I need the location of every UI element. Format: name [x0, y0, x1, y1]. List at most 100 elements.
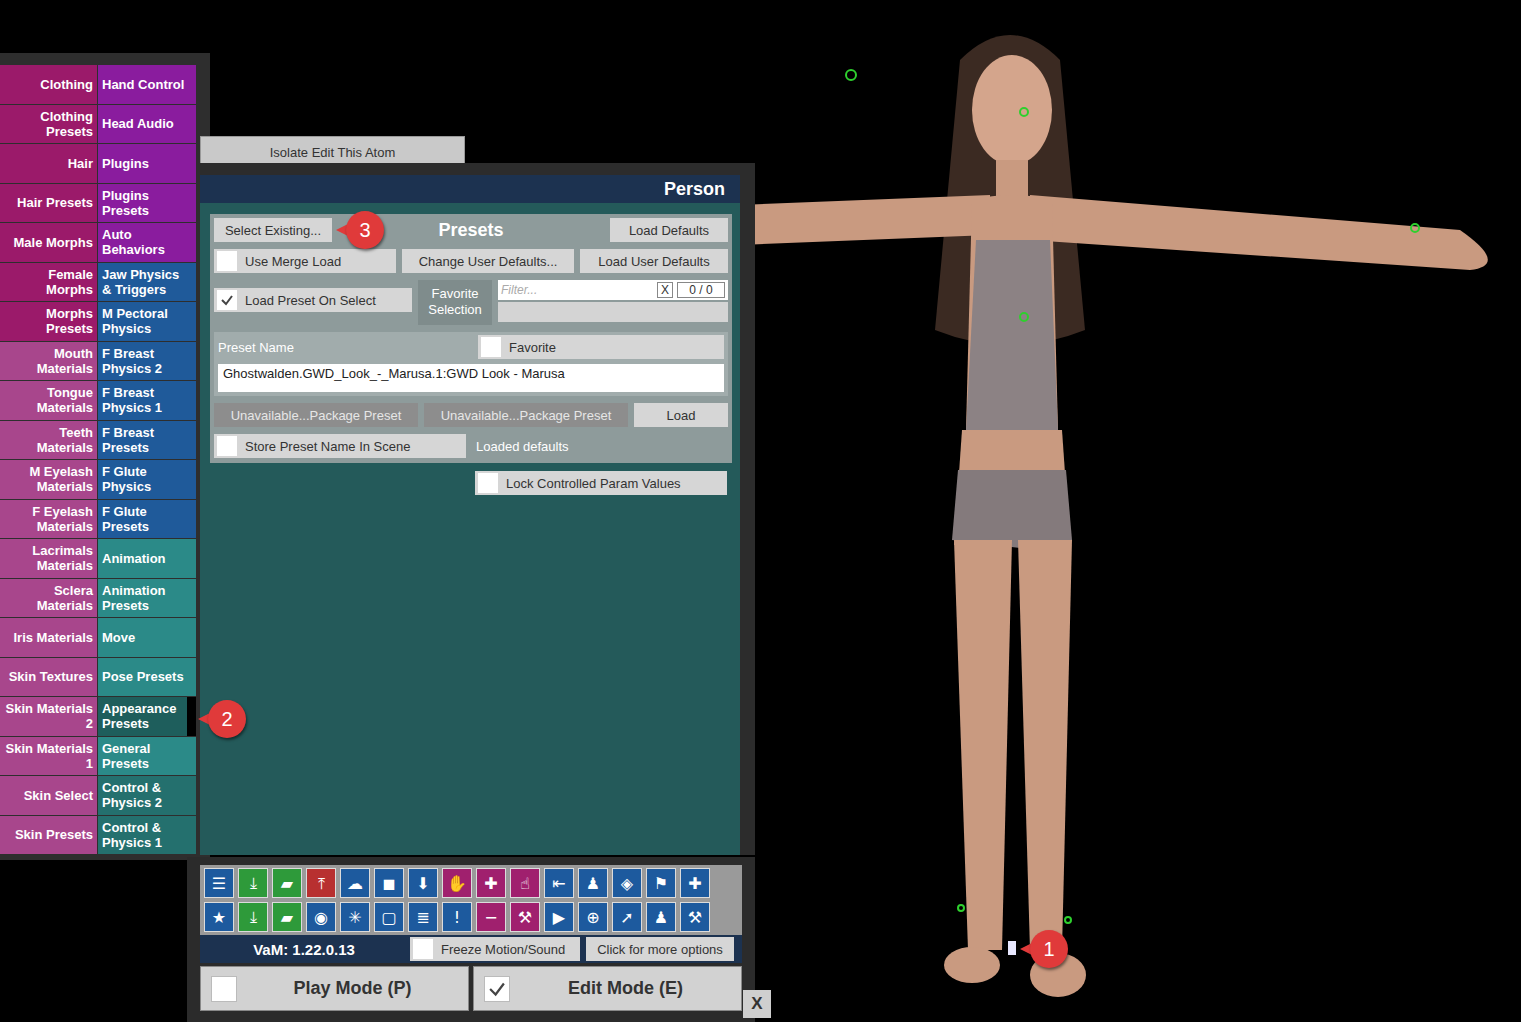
load-defaults-button[interactable]: Load Defaults — [610, 218, 728, 242]
freeze-toggle[interactable]: Freeze Motion/Sound — [410, 937, 580, 961]
checkbox[interactable] — [217, 436, 237, 456]
toolbar-icon[interactable]: ⬇ — [408, 868, 438, 898]
store-name-toggle[interactable]: Store Preset Name In Scene — [214, 434, 466, 458]
tab-button[interactable]: Skin Materials 1 — [0, 737, 97, 776]
favorite-toggle[interactable]: Favorite — [478, 335, 724, 359]
toolbar-icon[interactable]: ✚ — [680, 868, 710, 898]
toolbar-icon[interactable]: ! — [442, 902, 472, 932]
character-viewport[interactable] — [740, 0, 1521, 1022]
checkbox[interactable] — [413, 939, 433, 959]
tab-button[interactable]: Pose Presets — [98, 658, 196, 697]
toolbar-icon[interactable]: ⤓ — [238, 868, 268, 898]
close-button[interactable]: X — [743, 990, 771, 1018]
toolbar-icon[interactable]: ⤓ — [238, 902, 268, 932]
toolbar-icon[interactable]: ★ — [204, 902, 234, 932]
lock-params-toggle[interactable]: Lock Controlled Param Values — [475, 471, 727, 495]
toolbar-icon[interactable]: ▰ — [272, 868, 302, 898]
tab-button[interactable]: F Breast Physics 2 — [98, 342, 196, 381]
toolbar-icon[interactable]: ◉ — [306, 902, 336, 932]
tab-button[interactable]: Teeth Materials — [0, 421, 97, 460]
toolbar-icon[interactable]: ⊕ — [578, 902, 608, 932]
tab-button[interactable]: Skin Textures — [0, 658, 97, 697]
change-user-defaults-button[interactable]: Change User Defaults... — [402, 249, 574, 273]
merge-load-toggle[interactable]: Use Merge Load — [214, 249, 396, 273]
tab-button[interactable]: Female Morphs — [0, 263, 97, 302]
tab-button[interactable]: Skin Presets — [0, 816, 97, 855]
preset-name-field[interactable]: Ghostwalden.GWD_Look_-_Marusa.1:GWD Look… — [218, 364, 724, 392]
tab-button[interactable]: Sclera Materials — [0, 579, 97, 618]
toolbar-icon[interactable]: ☰ — [204, 868, 234, 898]
toolbar-icon[interactable]: ✋ — [442, 868, 472, 898]
toolbar-icon[interactable]: ▢ — [374, 902, 404, 932]
load-user-defaults-button[interactable]: Load User Defaults — [580, 249, 728, 273]
tab-button[interactable]: Skin Select — [0, 776, 97, 815]
main-controls: ☰⤓▰⤒☁◼⬇✋✚☝⇤♟◈⚑✚★⤓▰◉✳▢≣!−⚒▶⊕➚♟⚒VaM: 1.22.… — [187, 857, 755, 1022]
tab-button[interactable]: F Breast Presets — [98, 421, 196, 460]
checkbox[interactable] — [478, 473, 498, 493]
toolbar-icon[interactable]: ☝ — [510, 868, 540, 898]
checkbox[interactable] — [217, 251, 237, 271]
toolbar-icon[interactable]: ➚ — [612, 902, 642, 932]
tab-button[interactable]: Hair Presets — [0, 184, 97, 223]
mode-toggle[interactable]: Play Mode (P) — [200, 966, 469, 1011]
tab-button[interactable]: F Glute Physics — [98, 460, 196, 499]
favorite-dropdown[interactable] — [498, 302, 728, 322]
more-options-button[interactable]: Click for more options — [586, 937, 734, 961]
tab-button[interactable]: General Presets — [98, 737, 196, 776]
tab-button[interactable]: Appearance Presets — [98, 697, 196, 736]
tab-button[interactable]: Control & Physics 1 — [98, 816, 196, 855]
tab-button[interactable]: Animation Presets — [98, 579, 196, 618]
tab-button[interactable]: Skin Materials 2 — [0, 697, 97, 736]
filter-field[interactable]: Filter...X0 / 0 — [498, 280, 728, 300]
tab-button[interactable]: Plugins Presets — [98, 184, 196, 223]
toolbar-icon[interactable]: − — [476, 902, 506, 932]
toolbar-icon[interactable]: ⤒ — [306, 868, 336, 898]
tab-button[interactable]: Tongue Materials — [0, 381, 97, 420]
tab-button[interactable]: Move — [98, 618, 196, 657]
toolbar-icon[interactable]: ⇤ — [544, 868, 574, 898]
toolbar-icon[interactable]: ◼ — [374, 868, 404, 898]
tab-button[interactable]: Mouth Materials — [0, 342, 97, 381]
tab-button[interactable]: Morphs Presets — [0, 302, 97, 341]
load-button[interactable]: Load — [634, 403, 728, 427]
tab-button[interactable]: Auto Behaviors — [98, 223, 196, 262]
toolbar-icon[interactable]: ✚ — [476, 868, 506, 898]
toolbar-icon[interactable]: ⚒ — [680, 902, 710, 932]
tab-button[interactable]: F Breast Physics 1 — [98, 381, 196, 420]
tab-button[interactable]: Head Audio — [98, 105, 196, 144]
checkbox[interactable] — [211, 976, 237, 1002]
tab-button[interactable]: F Eyelash Materials — [0, 500, 97, 539]
tab-button[interactable]: M Pectoral Physics — [98, 302, 196, 341]
toolbar-icon[interactable]: ♟ — [646, 902, 676, 932]
toolbar-icon[interactable]: ⚑ — [646, 868, 676, 898]
select-existing-button[interactable]: Select Existing... — [214, 218, 332, 242]
tab-button[interactable]: Hair — [0, 144, 97, 183]
tab-button[interactable]: M Eyelash Materials — [0, 460, 97, 499]
tab-button[interactable]: Control & Physics 2 — [98, 776, 196, 815]
tab-button[interactable]: Plugins — [98, 144, 196, 183]
tab-button[interactable]: Clothing — [0, 65, 97, 104]
tab-button[interactable]: Lacrimals Materials — [0, 539, 97, 578]
toolbar-icon[interactable]: ✳ — [340, 902, 370, 932]
toolbar-icon[interactable]: ♟ — [578, 868, 608, 898]
tab-button[interactable]: Jaw Physics & Triggers — [98, 263, 196, 302]
checkbox[interactable] — [217, 290, 237, 310]
toolbar-icon[interactable]: ▶ — [544, 902, 574, 932]
tab-button[interactable]: Hand Control — [98, 65, 196, 104]
tab-button[interactable]: Animation — [98, 539, 196, 578]
mode-toggle[interactable]: Edit Mode (E) — [473, 966, 742, 1011]
toolbar-icon[interactable]: ◈ — [612, 868, 642, 898]
tab-button[interactable]: Male Morphs — [0, 223, 97, 262]
toolbar-icon[interactable]: ⚒ — [510, 902, 540, 932]
tab-button[interactable]: Iris Materials — [0, 618, 97, 657]
preset-status: Loaded defaults — [476, 439, 569, 454]
toolbar-icon[interactable]: ☁ — [340, 868, 370, 898]
checkbox[interactable] — [481, 337, 501, 357]
load-on-select-toggle[interactable]: Load Preset On Select — [214, 288, 412, 312]
tab-button[interactable]: F Glute Presets — [98, 500, 196, 539]
tab-button[interactable]: Clothing Presets — [0, 105, 97, 144]
toolbar-icon[interactable]: ≣ — [408, 902, 438, 932]
toolbar-icon[interactable]: ▰ — [272, 902, 302, 932]
clear-filter-button[interactable]: X — [657, 282, 673, 298]
checkbox[interactable] — [484, 976, 510, 1002]
